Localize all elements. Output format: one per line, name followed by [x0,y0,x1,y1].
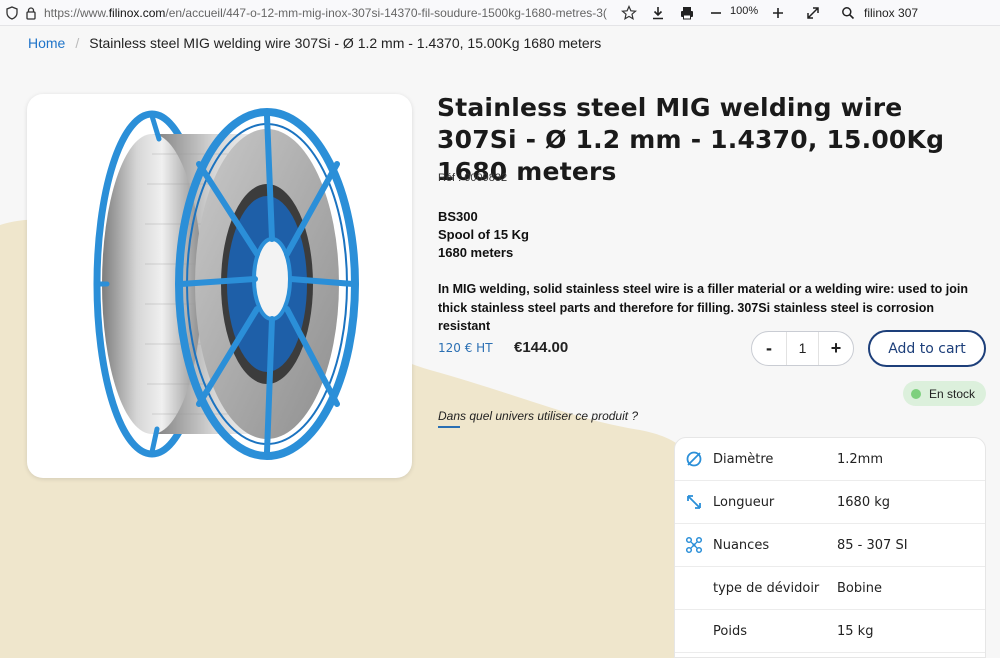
url-path: /en/accueil/447-o-12-mm-mig-inox-307si-1… [165,6,607,20]
attribute-label: Nuances [713,537,770,553]
quantity-input[interactable]: 1 [786,332,819,365]
stock-dot-icon [911,388,921,399]
length-icon [675,493,713,511]
attribute-row: Diamètre 1.2mm [675,438,985,481]
qty-increase-button[interactable]: + [819,338,853,359]
print-icon[interactable] [677,3,697,23]
spec-line: 1680 meters [438,245,514,260]
lock-icon[interactable] [21,3,41,23]
product-specs: BS300 Spool of 15 Kg 1680 meters [438,208,529,262]
price: €144.00 [514,339,569,356]
attribute-label: Poids [713,623,747,639]
attribute-label: Longueur [713,494,775,510]
attribute-label: type de dévidoir [713,580,820,596]
attribute-row: Poids 15 kg [675,610,985,653]
star-icon[interactable] [619,3,639,23]
attribute-row: Nuances 85 - 307 SI [675,524,985,567]
search-box[interactable]: filinox 307 [832,1,1000,25]
add-to-cart-button[interactable]: Add to cart [868,330,986,367]
zoom-in-icon[interactable] [768,3,788,23]
breadcrumb-separator: / [75,35,80,51]
product-image[interactable] [27,94,412,478]
attribute-value: 15 kg [837,623,874,639]
shield-icon[interactable] [2,3,22,23]
wire-spool-image [93,108,359,460]
fullscreen-icon[interactable] [803,3,823,23]
attribute-value: 1.2mm [837,451,884,467]
url-domain: filinox.com [108,6,166,20]
breadcrumb-home-link[interactable]: Home [28,35,65,51]
univers-link[interactable]: Dans quel univers utiliser ce produit ? [438,409,638,423]
attribute-value: Bobine [837,580,882,596]
browser-toolbar: https://www.filinox.com/en/accueil/447-o… [0,0,1000,26]
address-bar[interactable]: https://www.filinox.com/en/accueil/447-o… [44,6,616,20]
search-input[interactable]: filinox 307 [864,6,918,20]
qty-decrease-button[interactable]: - [752,338,786,359]
breadcrumb-current: Stainless steel MIG welding wire 307Si -… [89,35,602,51]
attribute-value: 85 - 307 SI [837,537,908,553]
spec-line: BS300 [438,209,478,224]
spec-line: Spool of 15 Kg [438,227,529,242]
stock-status: En stock [929,386,976,401]
attribute-row: Longueur 1680 kg [675,481,985,524]
diameter-icon [675,450,713,468]
univers-underline [438,426,460,428]
nuances-icon [675,536,713,554]
url-prefix: https://www. [44,6,109,20]
attribute-value: 1680 kg [837,494,890,510]
product-reference: Réf : 0009832 [438,172,508,184]
price-excl-tax: 120 € HT [438,341,493,355]
stock-badge: En stock [903,381,986,406]
breadcrumb: Home / Stainless steel MIG welding wire … [28,35,601,51]
zoom-out-icon[interactable] [706,3,726,23]
attribute-row: type de dévidoir Bobine [675,567,985,610]
search-icon [838,3,858,23]
attributes-table: Diamètre 1.2mm Longueur 1680 kg Nuances … [674,437,986,658]
product-description: In MIG welding, solid stainless steel wi… [438,282,968,333]
download-icon[interactable] [648,3,668,23]
zoom-level[interactable]: 100% [730,5,758,17]
attribute-label: Diamètre [713,451,774,467]
product-title: Stainless steel MIG welding wire 307Si -… [437,93,945,186]
quantity-stepper: - 1 + [751,331,854,366]
